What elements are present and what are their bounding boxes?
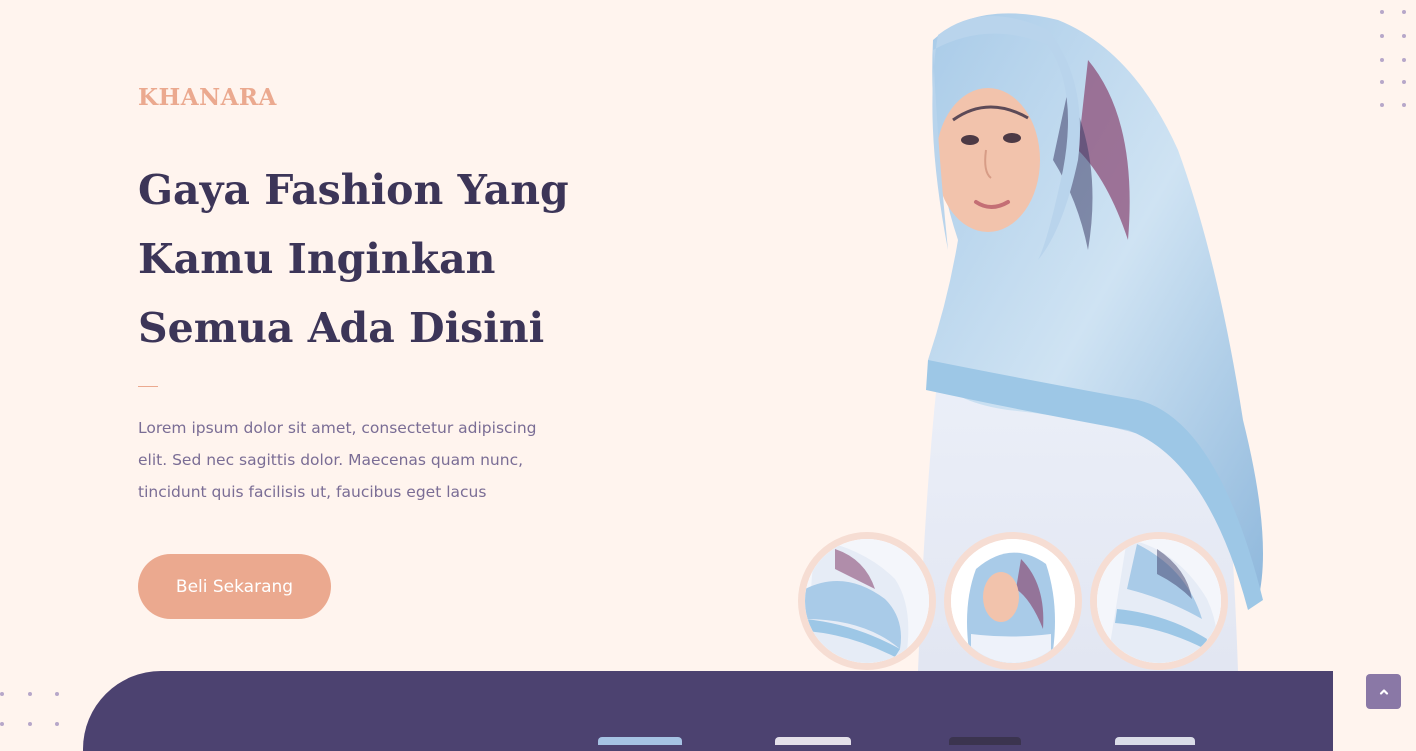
dot-pattern-bottom-left [0,690,70,730]
headline-line-1: Gaya Fashion Yang [138,166,569,214]
thumbnail-2[interactable] [944,532,1082,670]
features-section-band [83,671,1333,751]
portrait-thumbnail-image [951,539,1075,663]
hero-model-image [918,13,1263,671]
thumbnail-3[interactable] [1090,532,1228,670]
headline-line-3: Semua Ada Disini [138,304,545,352]
band-item-1 [598,737,682,745]
scarf-thumbnail-image [805,539,929,663]
headline-line-2: Kamu Inginkan [138,235,496,283]
scarf-thumbnail-image-alt [1097,539,1221,663]
band-item-4 [1115,737,1195,745]
band-item-3 [949,737,1021,745]
dot-pattern-top-right [1378,8,1412,108]
hero-description: Lorem ipsum dolor sit amet, consectetur … [138,419,537,501]
band-item-2 [775,737,851,745]
chevron-up-icon [1378,686,1390,698]
accent-divider [138,386,158,387]
scroll-to-top-button[interactable] [1366,674,1401,709]
brand-logo[interactable]: KHANARA [138,84,277,111]
hero-headline: Gaya Fashion Yang Kamu Inginkan Semua Ad… [138,156,618,363]
buy-now-button[interactable]: Beli Sekarang [138,554,331,619]
thumbnail-1[interactable] [798,532,936,670]
